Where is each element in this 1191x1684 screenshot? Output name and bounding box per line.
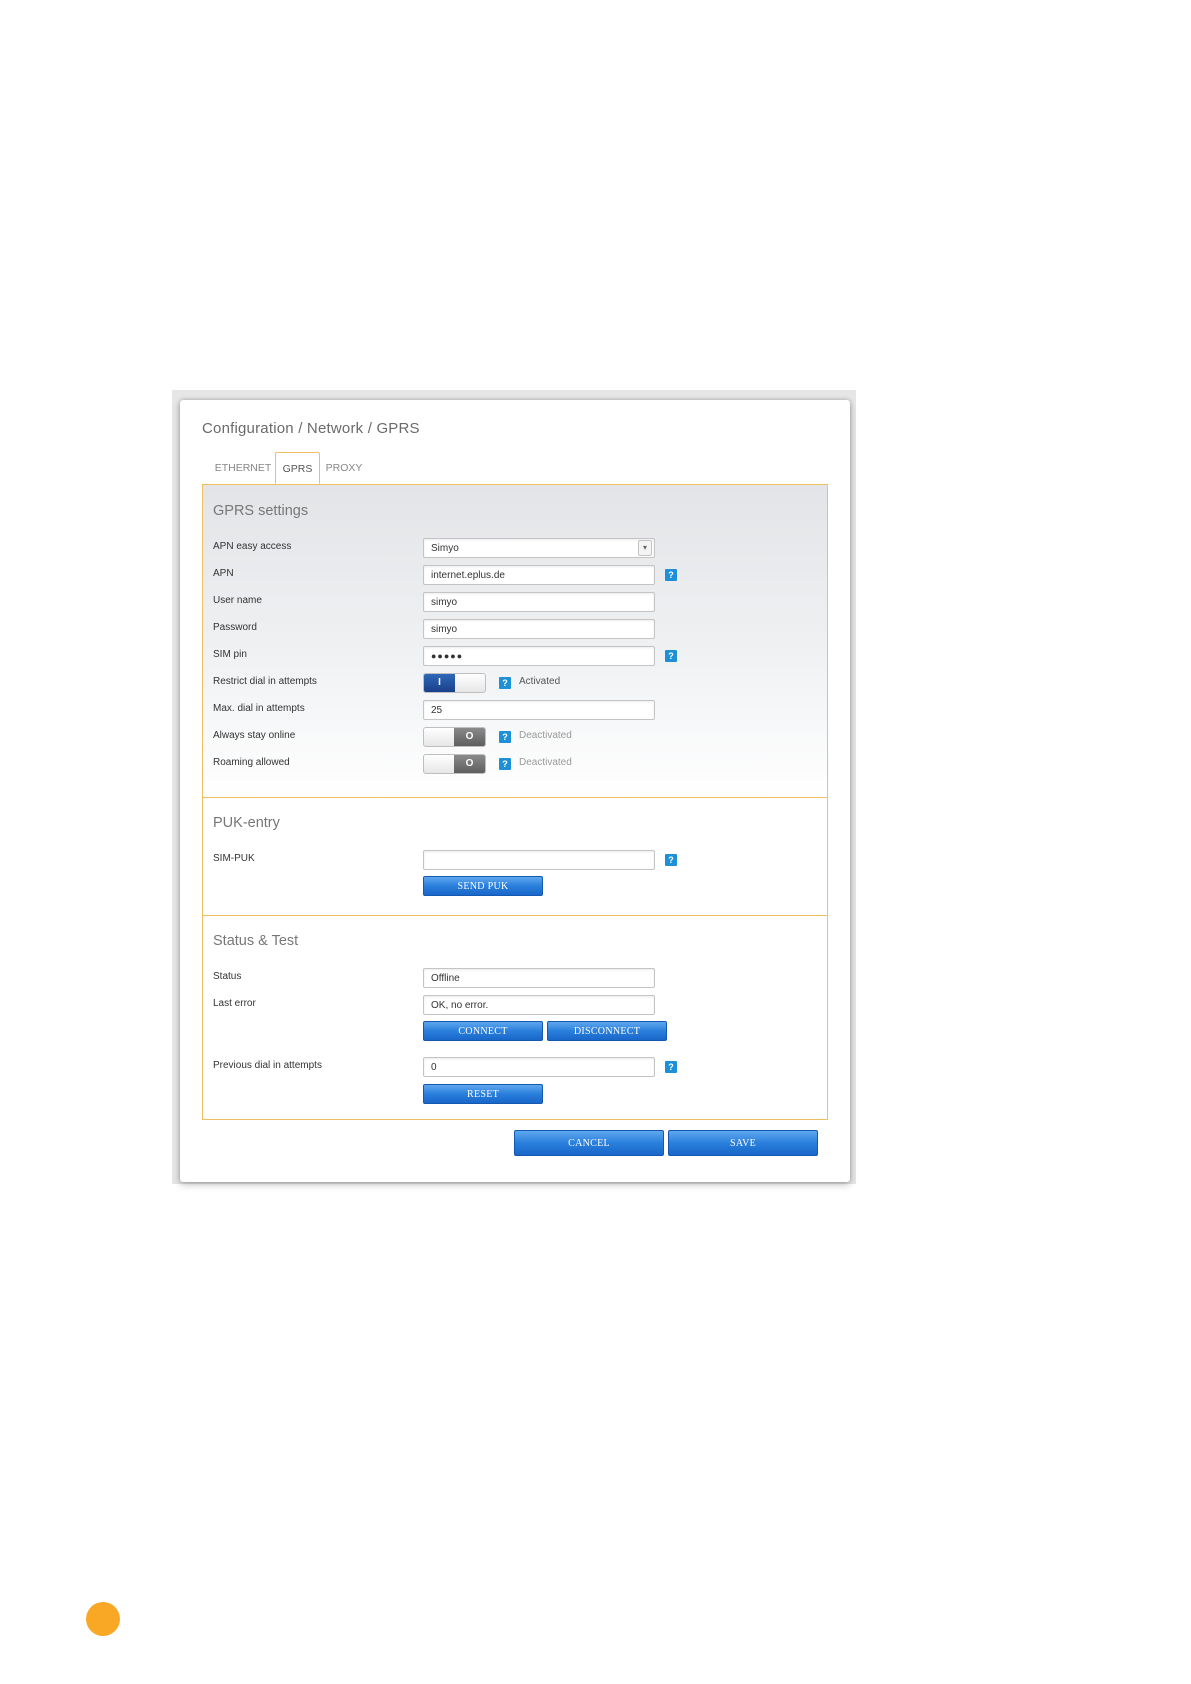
max-dial-row: Max. dial in attempts [213,700,813,720]
puk-entry-title: PUK-entry [213,815,280,831]
status-test-title: Status & Test [213,933,299,949]
status-test-section: Status & Test Status Last error CONNECT … [203,915,827,1119]
help-icon[interactable]: ? [665,854,677,866]
apn-easy-access-value: Simyo [431,542,459,554]
apn-label: APN [213,568,234,579]
apn-row: APN ? [213,565,813,585]
sim-puk-input[interactable] [423,850,655,870]
user-name-label: User name [213,595,262,606]
apn-input[interactable] [423,565,655,585]
help-icon[interactable]: ? [665,650,677,662]
reset-button[interactable]: RESET [423,1084,543,1104]
config-window: Configuration / Network / GPRS ETHERNET … [180,400,850,1182]
always-online-toggle[interactable]: O [423,727,486,747]
chevron-down-icon[interactable]: ▾ [638,540,652,556]
help-icon[interactable]: ? [499,758,511,770]
help-icon[interactable]: ? [499,677,511,689]
sim-pin-row: SIM pin ? [213,646,813,666]
help-icon[interactable]: ? [665,569,677,581]
password-row: Password [213,619,813,639]
roaming-label: Roaming allowed [213,757,290,768]
user-name-row: User name [213,592,813,612]
tab-proxy[interactable]: PROXY [322,452,366,484]
breadcrumb: Configuration / Network / GPRS [202,420,420,437]
apn-easy-access-label: APN easy access [213,541,292,552]
last-error-label: Last error [213,998,256,1009]
apn-easy-access-row: APN easy access Simyo ▾ [213,538,813,558]
save-button[interactable]: SAVE [668,1130,818,1156]
always-online-label: Always stay online [213,730,296,741]
send-puk-button[interactable]: SEND PUK [423,876,543,896]
sim-pin-label: SIM pin [213,649,247,660]
restrict-dial-row: Restrict dial in attempts I ? Activated [213,673,813,693]
password-label: Password [213,622,257,633]
page-marker [86,1602,120,1636]
tab-ethernet[interactable]: ETHERNET [212,452,274,484]
tab-gprs[interactable]: GPRS [275,452,320,484]
roaming-state: Deactivated [519,757,572,768]
restrict-dial-toggle[interactable]: I [423,673,486,693]
sim-pin-input[interactable] [423,646,655,666]
status-label: Status [213,971,242,982]
previous-dial-row: Previous dial in attempts ? [213,1057,813,1077]
help-icon[interactable]: ? [499,731,511,743]
toggle-knob: O [454,755,485,773]
puk-entry-section: PUK-entry SIM-PUK ? SEND PUK [203,797,827,915]
cancel-button[interactable]: CANCEL [514,1130,664,1156]
always-online-state: Deactivated [519,730,572,741]
roaming-row: Roaming allowed O ? Deactivated [213,754,813,774]
restrict-dial-label: Restrict dial in attempts [213,676,317,687]
tab-bar: ETHERNET GPRS PROXY [202,452,828,484]
connect-button[interactable]: CONNECT [423,1021,543,1041]
sim-puk-row: SIM-PUK ? [213,850,813,870]
roaming-toggle[interactable]: O [423,754,486,774]
max-dial-label: Max. dial in attempts [213,703,305,714]
disconnect-button[interactable]: DISCONNECT [547,1021,667,1041]
gprs-settings-title: GPRS settings [213,503,309,519]
user-name-input[interactable] [423,592,655,612]
status-row: Status [213,968,813,988]
last-error-field[interactable] [423,995,655,1015]
apn-easy-access-select[interactable]: Simyo ▾ [423,538,655,558]
help-icon[interactable]: ? [665,1061,677,1073]
previous-dial-label: Previous dial in attempts [213,1060,322,1071]
max-dial-input[interactable] [423,700,655,720]
previous-dial-field[interactable] [423,1057,655,1077]
always-online-row: Always stay online O ? Deactivated [213,727,813,747]
gprs-settings-section: GPRS settings APN easy access Simyo ▾ AP… [203,485,827,797]
last-error-row: Last error [213,995,813,1015]
settings-panel: GPRS settings APN easy access Simyo ▾ AP… [202,484,828,1120]
toggle-knob: O [454,728,485,746]
sim-puk-label: SIM-PUK [213,853,255,864]
password-input[interactable] [423,619,655,639]
restrict-dial-state: Activated [519,676,561,687]
status-field[interactable] [423,968,655,988]
toggle-knob: I [424,674,455,692]
